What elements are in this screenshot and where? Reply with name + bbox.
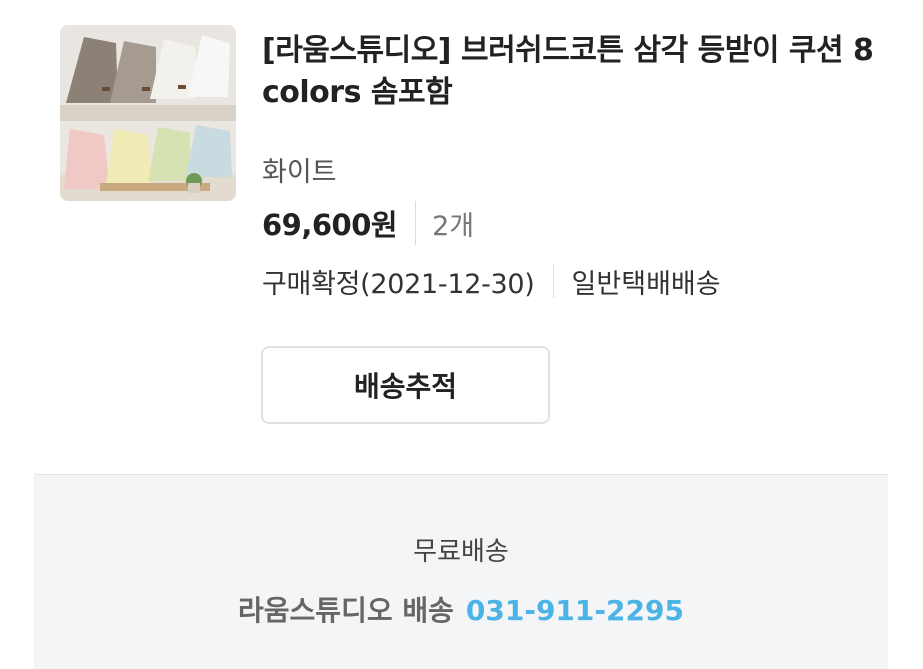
price-row: 69,600원 2개 (262, 201, 475, 245)
seller-contact-row: 라움스튜디오 배송 031-911-2295 (34, 589, 888, 629)
shipping-fee-label: 무료배송 (413, 537, 509, 567)
seller-shipping-label: 라움스튜디오 배송 (238, 594, 454, 627)
product-price: 69,600원 (262, 208, 398, 242)
order-status-row: 구매확정(2021-12-30) 일반택배배송 (262, 262, 721, 300)
order-item-page: [라움스튜디오] 브러쉬드코튼 삼각 등받이 쿠션 8 colors 솜포함 화… (0, 0, 923, 669)
divider (415, 201, 417, 245)
divider (552, 264, 554, 298)
product-title[interactable]: [라움스튜디오] 브러쉬드코튼 삼각 등받이 쿠션 8 colors 솜포함 (262, 30, 882, 114)
product-quantity: 2개 (432, 210, 475, 242)
product-thumbnail-image (60, 25, 236, 201)
seller-phone-link[interactable]: 031-911-2295 (466, 594, 684, 627)
shipping-type: 일반택배배송 (571, 268, 721, 300)
order-status: 구매확정(2021-12-30) (262, 268, 535, 300)
shipping-info-panel: 무료배송 라움스튜디오 배송 031-911-2295 (34, 474, 888, 669)
track-delivery-button[interactable]: 배송추적 (261, 346, 550, 424)
product-thumbnail[interactable] (60, 25, 236, 201)
product-option: 화이트 (262, 157, 337, 188)
